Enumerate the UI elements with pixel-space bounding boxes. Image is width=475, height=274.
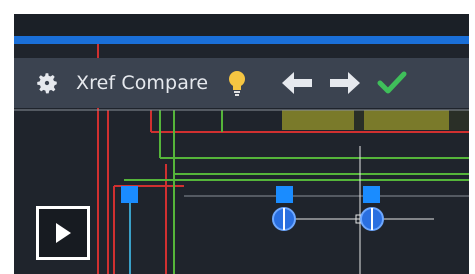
- viewport-frame: Xref Compare: [14, 14, 469, 274]
- selection-grips: [121, 186, 380, 203]
- arrow-left-icon[interactable]: [280, 68, 314, 98]
- hatch-gap: [354, 110, 364, 130]
- play-icon: [56, 223, 71, 243]
- crosshair-cursor: [286, 146, 434, 274]
- lightbulb-icon[interactable]: [224, 68, 250, 98]
- arrow-right-icon[interactable]: [328, 68, 362, 98]
- gear-icon[interactable]: [32, 68, 62, 98]
- hatch-gap: [449, 110, 469, 130]
- checkmark-icon[interactable]: [372, 68, 412, 98]
- play-button[interactable]: [36, 206, 90, 260]
- xref-compare-toolbar: Xref Compare: [14, 58, 469, 108]
- olive-hatch-block: [282, 110, 469, 130]
- green-xref-lines: [124, 110, 469, 274]
- toolbar-title: Xref Compare: [76, 72, 209, 94]
